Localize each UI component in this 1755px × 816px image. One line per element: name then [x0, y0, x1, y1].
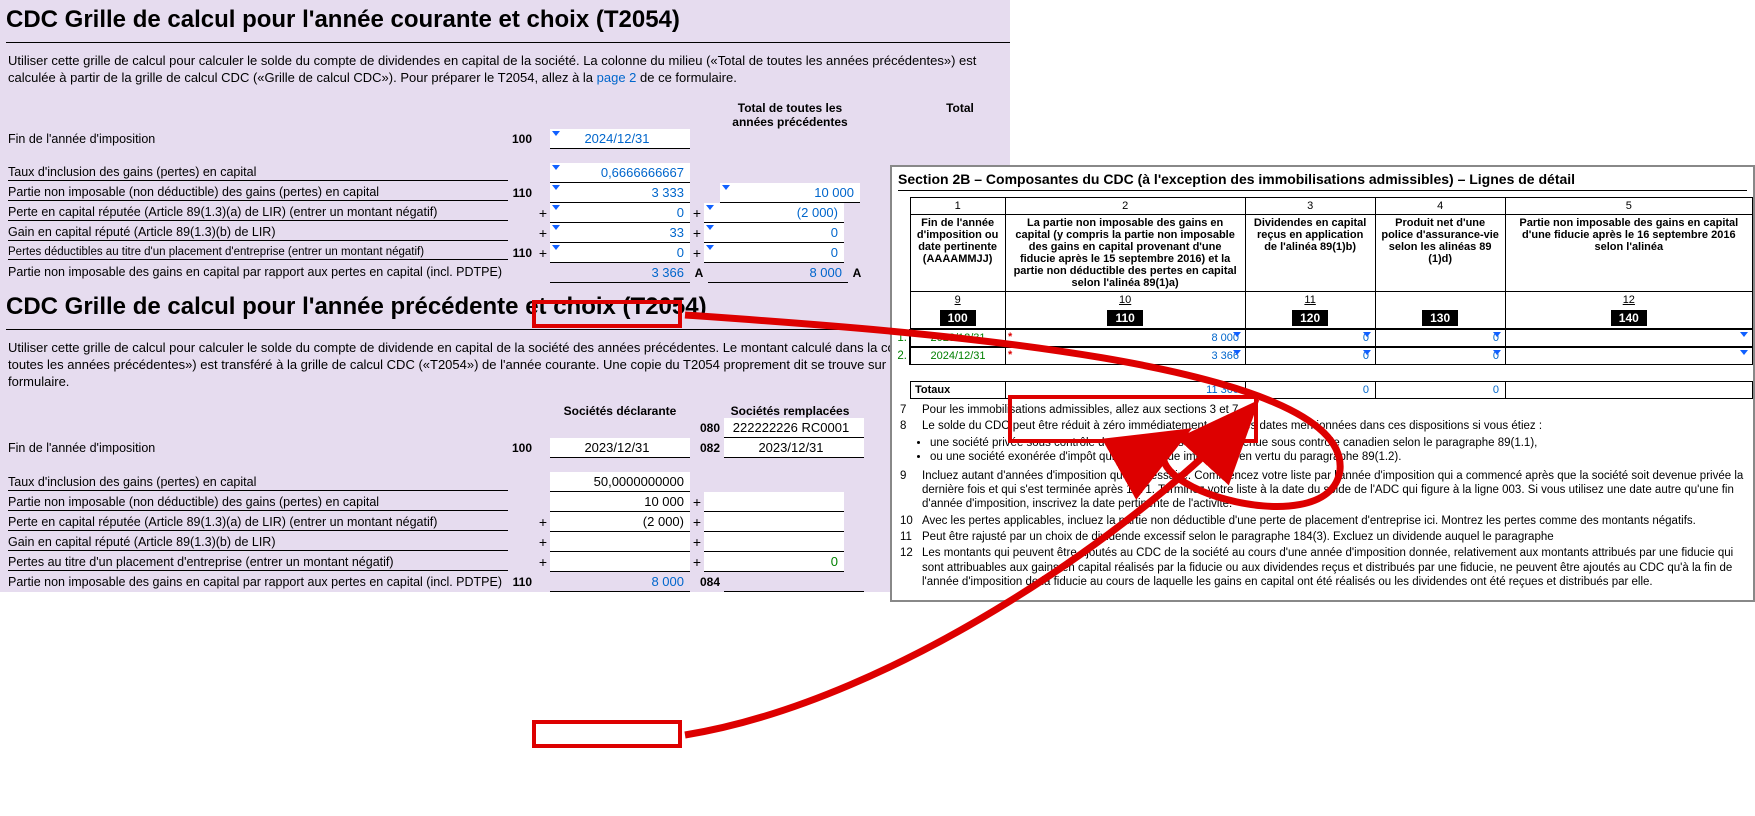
box-120: 120	[1292, 310, 1328, 326]
col3-header: Dividendes en capital reçus en applicati…	[1245, 215, 1375, 292]
fin-annee-label: Fin de l'année d'imposition	[8, 131, 508, 147]
totaux-c2: 11 366	[1006, 382, 1246, 399]
section-2b-title: Section 2B – Composantes du CDC (à l'exc…	[898, 171, 1747, 191]
perte-cap-label: Perte en capital réputée (Article 89(1.3…	[8, 204, 508, 221]
pni-total-prev: 8 000	[708, 263, 848, 283]
prev-pertes-ded-cur[interactable]	[550, 552, 690, 572]
pertes-ded-label: Pertes déductibles au titre d'un placeme…	[8, 245, 508, 260]
prev-gain-cap-label: Gain en capital réputé (Article 89(1.3)(…	[8, 534, 508, 551]
row1-c2[interactable]: *8 000	[1006, 330, 1246, 347]
line-080: 080	[690, 421, 724, 435]
col5-header: Partie non imposable des gains en capita…	[1505, 215, 1752, 292]
line-100: 100	[508, 132, 536, 146]
taux-inclusion-value[interactable]: 0,6666666667	[550, 163, 690, 183]
row2-c3[interactable]: 0	[1246, 348, 1376, 365]
prev-pni-cur[interactable]: 10 000	[550, 492, 690, 512]
totaux-c5	[1506, 382, 1753, 399]
prev-perte-cap-remp[interactable]	[704, 512, 844, 532]
pni-current[interactable]: 3 333	[550, 183, 690, 203]
section-2b-notes: 7Pour les immobilisations admissibles, a…	[892, 399, 1753, 600]
gain-cap-label: Gain en capital réputé (Article 89(1.3)(…	[8, 224, 508, 241]
prev-pertes-ded-label: Pertes au titre d'un placement d'entrepr…	[8, 554, 508, 571]
detail-row-2: 2. 2024/12/31 *3 366 0 0	[892, 347, 1753, 365]
row1-date[interactable]: 2023/12/31	[911, 330, 1006, 347]
total-header: Total	[890, 101, 1030, 129]
prev-perte-cap-label: Perte en capital réputée (Article 89(1.3…	[8, 514, 508, 531]
prev-taux-val[interactable]: 50,0000000000	[550, 472, 690, 492]
perte-cap-prev[interactable]: (2 000)	[704, 203, 844, 223]
col4-header: Produit net d'une police d'assurance-vie…	[1375, 215, 1505, 292]
prev-perte-cap-cur[interactable]: (2 000)	[550, 512, 690, 532]
detail-table: 1 2 3 4 5 Fin de l'année d'imposition ou…	[910, 197, 1753, 329]
row1-c5[interactable]	[1506, 330, 1753, 347]
letter-a2: A	[848, 266, 866, 280]
prev-gain-cap-remp[interactable]	[704, 532, 844, 552]
row2-c2[interactable]: *3 366	[1006, 348, 1246, 365]
page2-link[interactable]: page 2	[597, 70, 637, 85]
prev-pni-label: Partie non imposable (non déductible) de…	[8, 494, 508, 511]
prev-fin-val[interactable]: 2023/12/31	[550, 438, 690, 458]
line-082: 082	[690, 441, 724, 455]
section-2b-panel: Section 2B – Composantes du CDC (à l'exc…	[890, 165, 1755, 602]
pni-total-cur: 3 366	[550, 263, 690, 283]
row1-c3[interactable]: 0	[1246, 330, 1376, 347]
remp-rc[interactable]: 222222226 RC0001	[724, 418, 864, 438]
box-110: 110	[1107, 310, 1142, 326]
prev-pertes-ded-remp[interactable]: 0	[704, 552, 844, 572]
col2-header: La partie non imposable des gains en cap…	[1005, 215, 1245, 292]
pni-total-label: Partie non imposable des gains en capita…	[8, 265, 508, 281]
highlight-box-prev-8000	[532, 720, 682, 748]
previous-title: CDC Grille de calcul pour l'année précéd…	[6, 293, 1010, 330]
box-100: 100	[940, 310, 976, 326]
prev-pni-total-remp	[724, 572, 864, 592]
prev-pni-total-label: Partie non imposable des gains en capita…	[8, 575, 508, 591]
declarante-header: Sociétés déclarante	[550, 404, 690, 418]
fin-annee-value[interactable]: 2024/12/31	[550, 129, 690, 149]
pni-label: Partie non imposable (non déductible) de…	[8, 184, 508, 201]
pertes-ded-prev[interactable]: 0	[704, 243, 844, 263]
current-title: CDC Grille de calcul pour l'année couran…	[6, 6, 1010, 43]
prev-pni-remp[interactable]	[704, 492, 844, 512]
prev-years-header: Total de toutes les années précédentes	[720, 101, 860, 129]
row1-c4[interactable]: 0	[1376, 330, 1506, 347]
gain-cap-cur[interactable]: 33	[550, 223, 690, 243]
prev-taux-label: Taux d'inclusion des gains (pertes) en c…	[8, 474, 508, 491]
gain-cap-prev[interactable]: 0	[704, 223, 844, 243]
totaux-label: Totaux	[911, 382, 1006, 399]
pni-prev[interactable]: 10 000	[720, 183, 860, 203]
prev-pni-total-cur: 8 000	[550, 572, 690, 592]
row2-c5[interactable]	[1506, 348, 1753, 365]
current-intro: Utiliser cette grille de calcul pour cal…	[8, 53, 1002, 87]
perte-cap-cur[interactable]: 0	[550, 203, 690, 223]
letter-a: A	[690, 266, 708, 280]
previous-col-headers: Sociétés déclarante Sociétés remplacées	[0, 404, 1010, 418]
remplacees-header: Sociétés remplacées	[720, 404, 860, 418]
totaux-c3: 0	[1246, 382, 1376, 399]
prev-fin-label: Fin de l'année d'imposition	[8, 440, 508, 456]
box-130: 130	[1422, 310, 1458, 326]
cdc-current-year-panel: CDC Grille de calcul pour l'année couran…	[0, 0, 1010, 592]
totaux-row: Totaux 11 366 0 0	[892, 381, 1753, 399]
current-col-headers: Total de toutes les années précédentes T…	[0, 101, 1010, 129]
line-084: 084	[690, 575, 724, 589]
detail-row-1: 1. 2023/12/31 *8 000 0 0	[892, 329, 1753, 347]
previous-intro: Utiliser cette grille de calcul pour cal…	[8, 340, 1002, 391]
box-140: 140	[1611, 310, 1647, 326]
row2-date[interactable]: 2024/12/31	[911, 348, 1006, 365]
totaux-c4: 0	[1376, 382, 1506, 399]
plus-sign: +	[536, 205, 550, 221]
pertes-ded-cur[interactable]: 0	[550, 243, 690, 263]
taux-inclusion-label: Taux d'inclusion des gains (pertes) en c…	[8, 164, 508, 181]
prev-gain-cap-cur[interactable]	[550, 532, 690, 552]
remp-date[interactable]: 2023/12/31	[724, 438, 864, 458]
col1-header: Fin de l'année d'imposition ou date pert…	[910, 215, 1005, 292]
row2-c4[interactable]: 0	[1376, 348, 1506, 365]
